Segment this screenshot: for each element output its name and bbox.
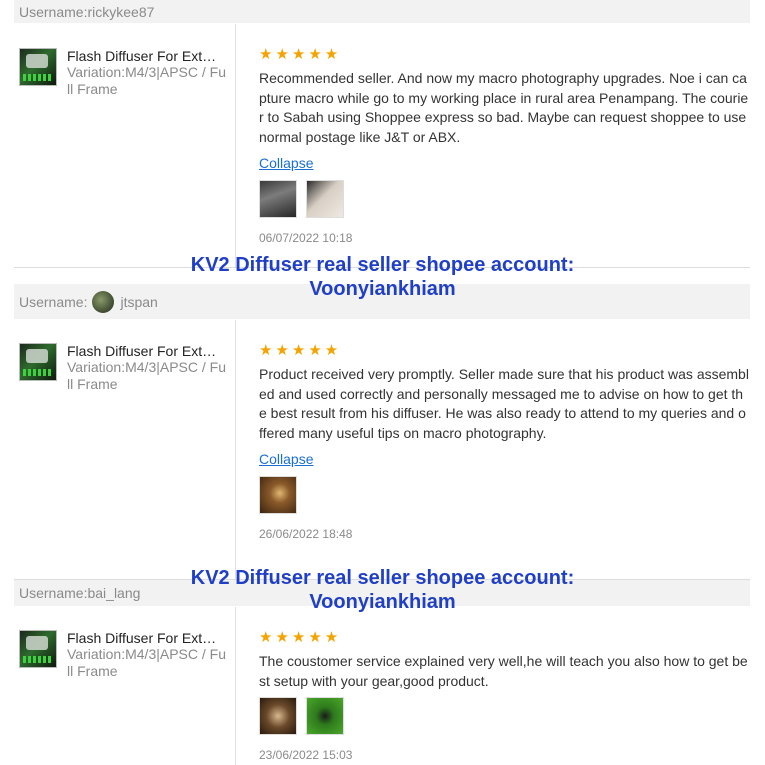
column-divider bbox=[235, 607, 236, 765]
product-variation: Variation:M4/3|APSC / Full Frame bbox=[67, 646, 226, 679]
review-comment: Recommended seller. And now my macro pho… bbox=[259, 70, 749, 145]
product-variation: Variation:M4/3|APSC / Full Frame bbox=[67, 359, 226, 392]
collapse-link[interactable]: Collapse bbox=[259, 155, 313, 171]
review-date: 23/06/2022 15:03 bbox=[259, 748, 353, 762]
product-thumbnail[interactable] bbox=[19, 343, 57, 381]
review-item: Flash Diffuser For Extr... Variation:M4/… bbox=[14, 0, 750, 268]
product-thumbnail[interactable] bbox=[19, 630, 57, 668]
star-rating: ★★★★★ bbox=[259, 342, 342, 359]
review-photo[interactable] bbox=[259, 180, 297, 218]
review-photo[interactable] bbox=[306, 697, 344, 735]
review-item: Flash Diffuser For Extr... Variation:M4/… bbox=[14, 284, 750, 580]
product-name[interactable]: Flash Diffuser For Extr... bbox=[67, 343, 217, 359]
product-name[interactable]: Flash Diffuser For Extr... bbox=[67, 48, 217, 64]
watermark-line: KV2 Diffuser real seller shopee account: bbox=[190, 567, 575, 589]
product-variation: Variation:M4/3|APSC / Full Frame bbox=[67, 64, 226, 97]
column-divider bbox=[235, 24, 236, 268]
watermark-line: Voonyiankhiam bbox=[309, 278, 456, 300]
review-date: 26/06/2022 18:48 bbox=[259, 527, 353, 541]
column-divider bbox=[235, 320, 236, 580]
star-rating: ★★★★★ bbox=[259, 629, 342, 646]
watermark-text: KV2 Diffuser real seller shopee account:… bbox=[0, 566, 765, 614]
watermark-line: KV2 Diffuser real seller shopee account: bbox=[190, 254, 575, 276]
product-thumbnail[interactable] bbox=[19, 48, 57, 86]
collapse-link[interactable]: Collapse bbox=[259, 451, 313, 467]
review-photo[interactable] bbox=[306, 180, 344, 218]
review-date: 06/07/2022 10:18 bbox=[259, 231, 353, 245]
review-comment: The coustomer service explained very wel… bbox=[259, 653, 748, 689]
review-photo[interactable] bbox=[259, 697, 297, 735]
product-name[interactable]: Flash Diffuser For Extr... bbox=[67, 630, 217, 646]
review-photo[interactable] bbox=[259, 476, 297, 514]
star-rating: ★★★★★ bbox=[259, 46, 342, 63]
review-comment: Product received very promptly. Seller m… bbox=[259, 366, 749, 441]
watermark-line: Voonyiankhiam bbox=[309, 591, 456, 613]
watermark-text: KV2 Diffuser real seller shopee account:… bbox=[0, 253, 765, 301]
